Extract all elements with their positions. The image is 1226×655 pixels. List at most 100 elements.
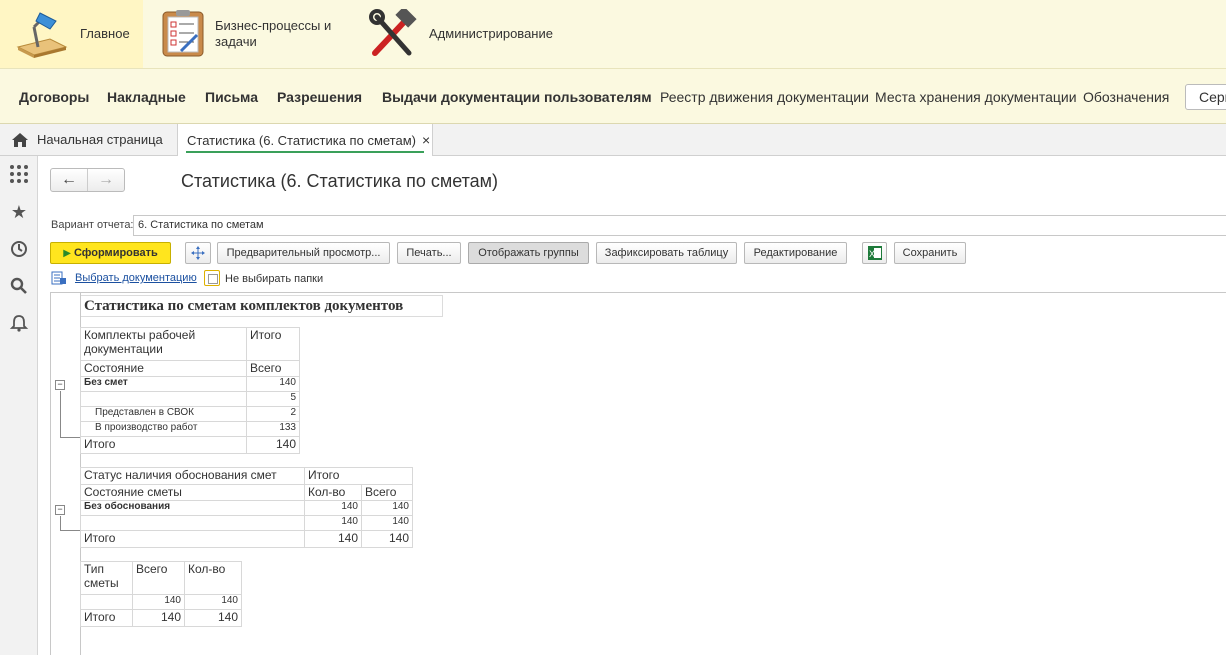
sections-panel: Главное Бизнес-процессы и задачи Админис…: [0, 0, 1226, 68]
apps-grid-icon[interactable]: [9, 164, 29, 184]
search-icon[interactable]: [9, 276, 29, 296]
t3-header-c1: Всего: [132, 561, 185, 595]
variant-label: Вариант отчета:: [51, 219, 134, 231]
page-title: Статистика (6. Статистика по сметам): [181, 171, 499, 191]
t1-row-label: [80, 391, 247, 407]
t3-row-c1: 140: [132, 594, 185, 610]
pick-documentation-link[interactable]: Выбрать документацию: [75, 272, 197, 284]
close-icon[interactable]: ×: [422, 132, 430, 148]
generate-button[interactable]: ▶ Сформировать: [50, 242, 171, 264]
navigation-buttons: ← →: [50, 168, 125, 192]
function-panel: Договоры Накладные Письма Разрешения Выд…: [0, 68, 1226, 124]
t3-row-label: [80, 594, 133, 610]
t3-row-c2: 140: [184, 594, 242, 610]
group-line: [60, 437, 80, 438]
section-label: Главное: [80, 26, 130, 41]
fix-table-button[interactable]: Зафиксировать таблицу: [596, 242, 737, 264]
edit-button[interactable]: Редактирование: [744, 242, 847, 264]
tab-statistics-label: Статистика (6. Статистика по сметам): [187, 132, 416, 148]
t2-header-2-c2: Всего: [361, 484, 413, 501]
t2-row-c1: 140: [304, 515, 362, 531]
t1-row-label: Представлен в СВОК: [80, 406, 247, 422]
t1-row-value: 133: [246, 421, 300, 437]
variant-field[interactable]: 6. Статистика по сметам: [133, 215, 1226, 236]
func-registry[interactable]: Реестр движения документации: [660, 89, 869, 105]
report-document[interactable]: Статистика по сметам комплектов документ…: [50, 292, 1226, 655]
table-row: Представлен в СВОК 2: [80, 406, 300, 422]
func-designations[interactable]: Обозначения: [1083, 89, 1169, 105]
table-row: Итого 140: [80, 436, 300, 454]
svg-text:X: X: [869, 249, 875, 259]
t2-header-1: Статус наличия обоснования смет: [80, 467, 305, 485]
desk-lamp-icon: [14, 9, 70, 59]
section-business-processes[interactable]: Бизнес-процессы и задачи: [143, 0, 353, 68]
t1-group-value: 140: [246, 376, 300, 392]
func-letters[interactable]: Письма: [205, 89, 258, 105]
report-table-1: Комплекты рабочей документации Итого Сос…: [80, 327, 300, 454]
t2-header-2: Состояние сметы: [80, 484, 305, 501]
move-layout-button[interactable]: [185, 242, 211, 264]
tab-statistics[interactable]: Статистика (6. Статистика по сметам) ×: [177, 124, 433, 156]
service-button[interactable]: Серв: [1185, 84, 1226, 110]
tab-home[interactable]: Начальная страница: [0, 124, 174, 155]
table-row: В производство работ 133: [80, 421, 300, 437]
table-row: 140 140: [80, 515, 413, 531]
table-row: Итого 140 140: [80, 530, 413, 548]
preview-button[interactable]: Предварительный просмотр...: [217, 242, 390, 264]
no-folders-checkbox[interactable]: [204, 270, 220, 286]
t3-header-1: Тип сметы: [80, 561, 133, 595]
section-main[interactable]: Главное: [0, 0, 143, 68]
checklist-icon: [161, 9, 205, 59]
open-windows-bar: Начальная страница Статистика (6. Статис…: [0, 124, 1226, 156]
group-line: [60, 516, 61, 530]
t3-total-c1: 140: [132, 609, 185, 627]
save-button[interactable]: Сохранить: [894, 242, 966, 264]
t2-header-2-c1: Кол-во: [304, 484, 362, 501]
collapse-group-icon[interactable]: −: [55, 505, 65, 515]
star-icon[interactable]: ★: [9, 202, 29, 222]
play-icon: ▶: [63, 248, 71, 259]
show-groups-button[interactable]: Отображать группы: [468, 242, 589, 264]
t1-total-value: 140: [246, 436, 300, 454]
no-folders-label: Не выбирать папки: [225, 273, 324, 285]
left-toolbar: ★: [0, 156, 38, 655]
t3-total-c2: 140: [184, 609, 242, 627]
forward-arrow-icon[interactable]: →: [87, 169, 124, 191]
move-arrows-icon: [191, 246, 205, 260]
t2-group-c2: 140: [361, 500, 413, 516]
print-button[interactable]: Печать...: [397, 242, 461, 264]
t3-header-c2: Кол-во: [184, 561, 242, 595]
t1-group-label: Без смет: [80, 376, 247, 392]
t1-header-1-total: Итого: [246, 327, 300, 361]
section-administration[interactable]: Администрирование: [353, 0, 583, 68]
t2-total-c2: 140: [361, 530, 413, 548]
history-icon[interactable]: [9, 239, 29, 259]
document-pick-icon[interactable]: [51, 271, 67, 285]
table-row: Итого 140 140: [80, 609, 242, 627]
generate-button-label: Сформировать: [73, 247, 158, 259]
table-row: 5: [80, 391, 300, 407]
func-issues[interactable]: Выдачи документации пользователям: [382, 89, 652, 105]
report-title: Статистика по сметам комплектов документ…: [81, 295, 443, 317]
bell-icon[interactable]: [9, 313, 29, 333]
func-waybills[interactable]: Накладные: [107, 89, 186, 105]
t2-total-c1: 140: [304, 530, 362, 548]
t1-total-label: Итого: [80, 436, 247, 454]
func-permits[interactable]: Разрешения: [277, 89, 362, 105]
collapse-group-icon[interactable]: −: [55, 380, 65, 390]
group-line: [60, 391, 61, 437]
t1-header-2: Состояние: [80, 360, 247, 377]
t2-header-1-total: Итого: [304, 467, 413, 485]
group-line: [60, 530, 80, 531]
section-label: Бизнес-процессы и задачи: [215, 18, 332, 49]
t2-row-c2: 140: [361, 515, 413, 531]
excel-icon: X: [867, 246, 882, 260]
home-icon: [11, 132, 29, 148]
t1-row-value: 2: [246, 406, 300, 422]
func-storage[interactable]: Места хранения документации: [875, 89, 1077, 105]
export-excel-button[interactable]: X: [862, 242, 887, 264]
func-contracts[interactable]: Договоры: [19, 89, 89, 105]
table-row: Без обоснования 140 140: [80, 500, 413, 516]
t2-row-label: [80, 515, 305, 531]
back-arrow-icon[interactable]: ←: [51, 169, 87, 191]
